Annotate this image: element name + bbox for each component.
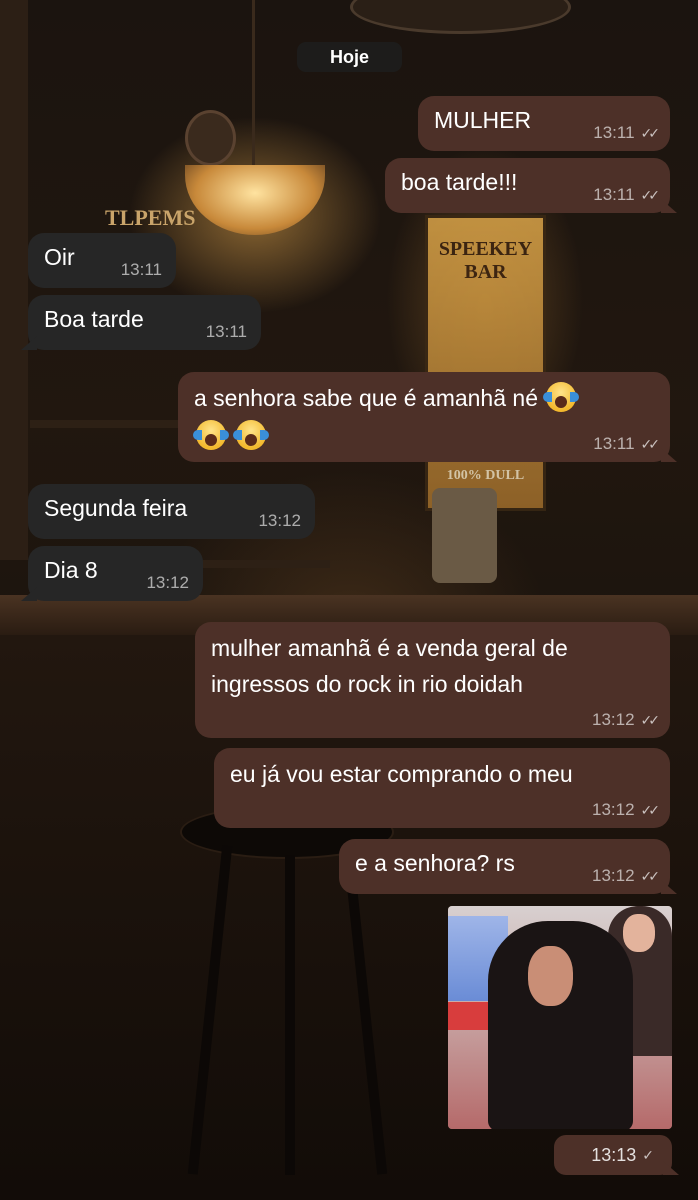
bubble-tail xyxy=(661,448,677,462)
wallpaper-telephone xyxy=(432,488,497,583)
wallpaper-poster-bottom: 100% DULL xyxy=(446,468,525,483)
bubble-tail xyxy=(21,587,37,601)
message-meta: 13:11 xyxy=(206,322,247,342)
message-meta: 13:11 ✓✓ xyxy=(593,434,661,454)
message-text-line: ingressos do rock in rio doidah xyxy=(211,671,523,697)
message-meta: 13:12 ✓✓ xyxy=(591,866,661,886)
bubble-tail xyxy=(661,880,677,894)
wallpaper-lamp xyxy=(185,165,325,235)
message-bubble-incoming[interactable]: Oir 13:11 xyxy=(28,233,176,288)
wallpaper-clock xyxy=(185,110,236,166)
media-message-image[interactable] xyxy=(448,906,672,1129)
wallpaper-lamp-cord xyxy=(252,0,255,165)
message-text: Boa tarde xyxy=(44,306,144,332)
message-bubble-outgoing[interactable]: eu já vou estar comprando o meu 13:12 ✓✓ xyxy=(214,748,670,828)
message-bubble-outgoing[interactable]: a senhora sabe que é amanhã né 13:11 ✓✓ xyxy=(178,372,677,462)
message-meta: 13:12 xyxy=(258,511,301,531)
message-text-line: a senhora sabe que é amanhã né xyxy=(194,385,538,411)
message-text: boa tarde!!! xyxy=(401,169,518,195)
message-text: eu já vou estar comprando o meu xyxy=(230,761,573,787)
message-time: 13:12 xyxy=(591,800,635,819)
double-check-icon: ✓✓ xyxy=(640,187,661,203)
message-bubble-outgoing[interactable]: MULHER 13:11 ✓✓ xyxy=(418,96,670,151)
media-image-face xyxy=(528,946,573,1006)
media-message-meta: 13:13 ✓ xyxy=(554,1135,679,1175)
message-bubble-incoming[interactable]: Boa tarde 13:11 xyxy=(21,295,261,350)
double-check-icon: ✓✓ xyxy=(640,802,661,818)
message-text: Dia 8 xyxy=(44,557,98,583)
message-time: 13:12 xyxy=(591,710,635,729)
message-bubble-incoming[interactable]: Dia 8 13:12 xyxy=(21,546,203,601)
message-meta: 13:12 ✓✓ xyxy=(591,710,661,730)
message-time: 13:11 xyxy=(593,434,635,453)
date-separator: Hoje xyxy=(297,42,402,72)
message-text-line xyxy=(193,420,270,453)
message-bubble-outgoing[interactable]: e a senhora? rs 13:12 ✓✓ xyxy=(339,839,677,894)
wallpaper-stool-leg xyxy=(285,855,295,1175)
wallpaper-poster-title: SPEEKEY BAR xyxy=(438,238,533,283)
message-time: 13:11 xyxy=(593,185,635,204)
message-text: MULHER xyxy=(434,107,532,133)
double-check-icon: ✓✓ xyxy=(640,125,661,141)
double-check-icon: ✓✓ xyxy=(640,868,661,884)
message-text: Oir xyxy=(44,244,75,270)
message-time: 13:11 xyxy=(120,260,162,279)
bubble-tail xyxy=(661,199,677,213)
double-check-icon: ✓✓ xyxy=(640,712,661,728)
message-meta: 13:12 ✓✓ xyxy=(591,800,661,820)
message-meta: 13:11 ✓✓ xyxy=(593,185,661,205)
message-bubble-incoming[interactable]: Segunda feira 13:12 xyxy=(28,484,315,539)
wallpaper-shelf xyxy=(30,420,190,428)
message-text: e a senhora? rs xyxy=(355,850,515,876)
message-time: 13:12 xyxy=(591,866,635,885)
bubble-tail xyxy=(21,336,37,350)
wallpaper-door xyxy=(0,0,28,560)
message-bubble-outgoing[interactable]: mulher amanhã é a venda geral de ingress… xyxy=(195,622,670,738)
message-meta: 13:13 ✓ xyxy=(591,1145,654,1165)
message-meta: 13:12 xyxy=(146,573,189,593)
media-image-face-background xyxy=(623,914,655,952)
bubble-tail xyxy=(663,1161,679,1175)
double-check-icon: ✓✓ xyxy=(640,436,661,452)
message-time: 13:12 xyxy=(146,573,189,592)
screaming-face-emoji-icon xyxy=(233,420,270,450)
message-time: 13:11 xyxy=(593,123,635,142)
screaming-face-emoji-icon xyxy=(543,382,580,412)
message-time: 13:12 xyxy=(258,511,301,530)
wallpaper-poster: SPEEKEY BAR 100% DULL xyxy=(425,215,546,511)
wallpaper-ceiling-light xyxy=(350,0,571,34)
check-icon: ✓ xyxy=(642,1147,654,1163)
message-meta: 13:11 xyxy=(121,260,162,280)
wallpaper-sign: TLPEMS xyxy=(105,205,196,230)
message-bubble-outgoing[interactable]: boa tarde!!! 13:11 ✓✓ xyxy=(385,158,677,213)
screaming-face-emoji-icon xyxy=(193,420,229,450)
message-time: 13:13 xyxy=(591,1145,637,1165)
message-text: Segunda feira xyxy=(44,495,188,521)
message-text-line: mulher amanhã é a venda geral de xyxy=(211,635,568,661)
message-time: 13:11 xyxy=(205,322,247,341)
message-text: a senhora sabe que é amanhã né xyxy=(194,382,580,415)
message-meta: 13:11 ✓✓ xyxy=(593,123,661,143)
